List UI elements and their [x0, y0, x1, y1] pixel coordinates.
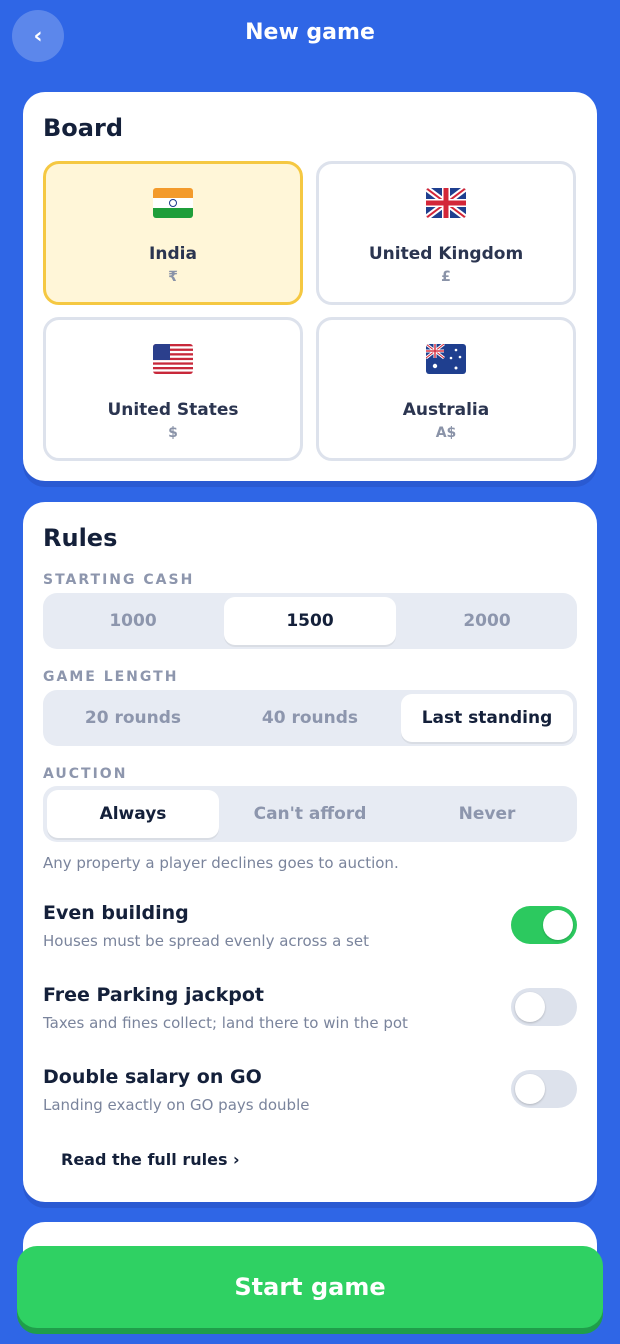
board-option-australia[interactable]: Australia A$	[316, 317, 576, 461]
board-option-currency: £	[441, 269, 451, 285]
board-option-united-kingdom[interactable]: United Kingdom £	[316, 161, 576, 305]
flag-us-icon	[46, 344, 300, 376]
board-option-currency: ₹	[168, 269, 178, 285]
auction-option[interactable]: Never	[401, 790, 573, 838]
flag-india-icon	[46, 188, 300, 220]
auction-label: AUCTION	[43, 766, 128, 782]
game-length-option[interactable]: Last standing	[401, 694, 573, 742]
auction-option[interactable]: Can't afford	[224, 790, 396, 838]
toggle-row-even-building: Even building Houses must be spread even…	[43, 902, 577, 962]
double-salary-toggle[interactable]	[511, 1070, 577, 1108]
toggle-row-double-salary: Double salary on GO Landing exactly on G…	[43, 1066, 577, 1126]
toggle-knob	[515, 1074, 545, 1104]
starting-cash-option[interactable]: 2000	[401, 597, 573, 645]
auction-option[interactable]: Always	[47, 790, 219, 838]
toggle-title: Even building	[43, 902, 189, 924]
page-title: New game	[245, 20, 375, 45]
board-option-currency: $	[168, 425, 178, 441]
flag-uk-icon	[319, 188, 573, 220]
board-option-currency: A$	[435, 425, 457, 441]
board-card: Board India ₹ United Kingdom £ United St…	[23, 92, 597, 481]
game-length-selector: 20 rounds 40 rounds Last standing	[43, 690, 577, 746]
starting-cash-option[interactable]: 1000	[47, 597, 219, 645]
toggle-title: Double salary on GO	[43, 1066, 262, 1088]
read-full-rules-link[interactable]: Read the full rules ›	[61, 1150, 240, 1169]
board-option-name: India	[149, 244, 197, 264]
toggle-knob	[543, 910, 573, 940]
flag-australia-icon	[319, 344, 573, 376]
board-option-united-states[interactable]: United States $	[43, 317, 303, 461]
board-option-india[interactable]: India ₹	[43, 161, 303, 305]
starting-cash-option[interactable]: 1500	[224, 597, 396, 645]
rules-card: Rules STARTING CASH 1000 1500 2000 GAME …	[23, 502, 597, 1202]
game-length-label: GAME LENGTH	[43, 669, 179, 685]
auction-selector: Always Can't afford Never	[43, 786, 577, 842]
rules-title: Rules	[43, 524, 118, 552]
start-game-button[interactable]: Start game	[17, 1246, 603, 1328]
board-option-name: United Kingdom	[368, 244, 524, 264]
toggle-subtitle: Houses must be spread evenly across a se…	[43, 932, 369, 950]
starting-cash-selector: 1000 1500 2000	[43, 593, 577, 649]
board-option-name: Australia	[402, 400, 490, 420]
toggle-subtitle: Taxes and fines collect; land there to w…	[43, 1014, 408, 1032]
even-building-toggle[interactable]	[511, 906, 577, 944]
toggle-title: Free Parking jackpot	[43, 984, 264, 1006]
auction-hint: Any property a player declines goes to a…	[43, 854, 399, 872]
toggle-subtitle: Landing exactly on GO pays double	[43, 1096, 310, 1114]
free-parking-toggle[interactable]	[511, 988, 577, 1026]
game-length-option[interactable]: 40 rounds	[224, 694, 396, 742]
toggle-knob	[515, 992, 545, 1022]
board-title: Board	[43, 114, 123, 142]
starting-cash-label: STARTING CASH	[43, 572, 195, 588]
toggle-row-free-parking: Free Parking jackpot Taxes and fines col…	[43, 984, 577, 1044]
header: ‹ New game	[0, 0, 620, 72]
game-length-option[interactable]: 20 rounds	[47, 694, 219, 742]
board-option-name: United States	[107, 400, 239, 420]
